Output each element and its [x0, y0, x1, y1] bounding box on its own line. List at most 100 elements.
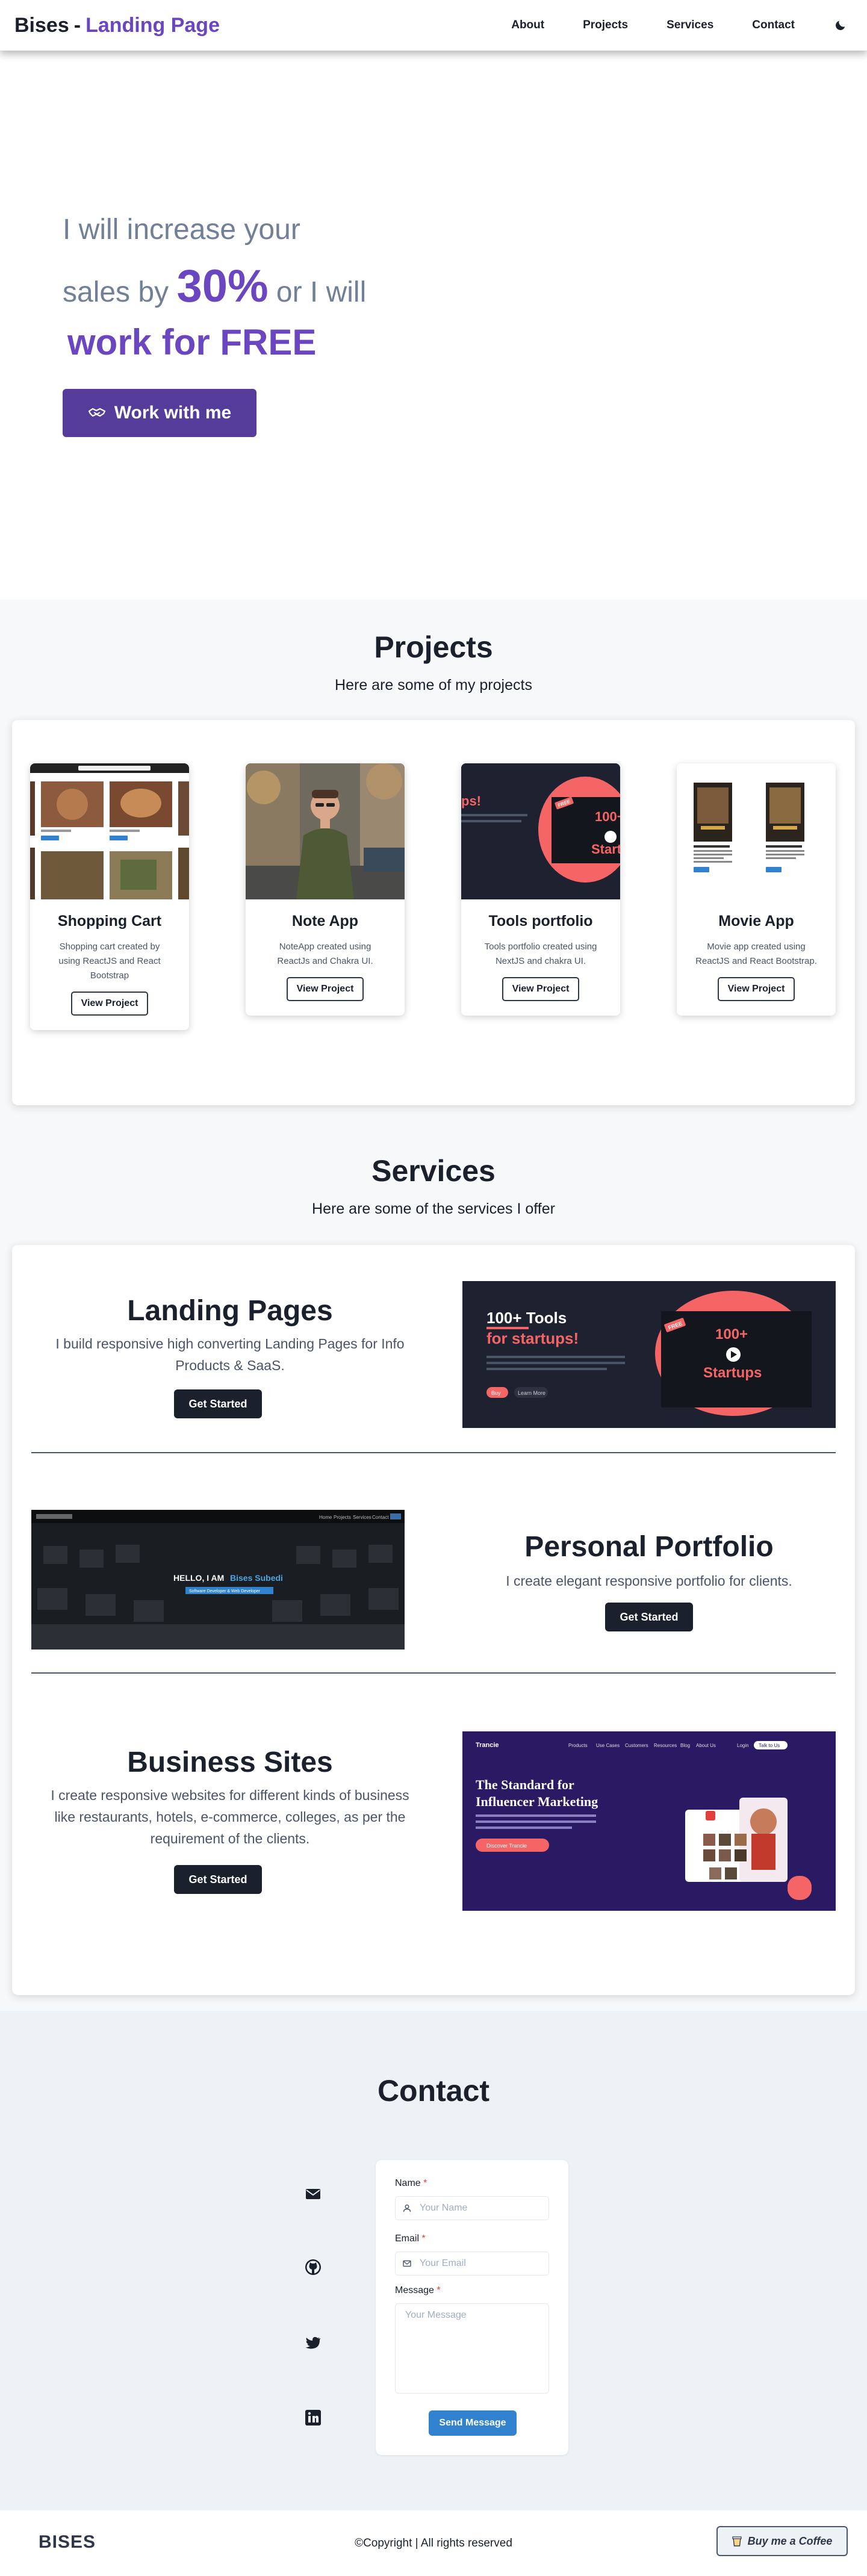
service-divider [31, 1672, 836, 1674]
envelope-icon [403, 2260, 411, 2267]
hero-line-2-post: or I will [276, 276, 367, 308]
nav-link-services[interactable]: Services [667, 19, 713, 32]
handshake-icon [88, 408, 105, 417]
hero-section: I will increase your sales by 30% or I w… [0, 51, 867, 600]
send-message-button[interactable]: Send Message [429, 2410, 517, 2436]
brand-logo[interactable]: Bises - Landing Page [14, 14, 220, 37]
moon-icon [836, 20, 845, 30]
projects-subtitle: Here are some of my projects [335, 677, 532, 694]
nav-link-projects[interactable]: Projects [583, 19, 628, 32]
project-title: Shopping Cart [57, 913, 162, 930]
nav-link-about[interactable]: About [511, 19, 544, 32]
svg-text:Customers: Customers [625, 1743, 648, 1748]
email-input[interactable]: Your Email [395, 2252, 549, 2276]
svg-text:Discover Trancie: Discover Trancie [486, 1843, 527, 1849]
movie-app-thumbnail[interactable] [677, 763, 836, 899]
svg-text:Trancie: Trancie [476, 1742, 499, 1749]
project-description: Tools portfolio created using NextJS and… [484, 942, 597, 966]
svg-text:for startups!: for startups! [486, 1329, 579, 1347]
github-icon[interactable] [303, 2258, 323, 2277]
get-started-button[interactable]: Get Started [174, 1865, 262, 1894]
svg-text:Buy: Buy [491, 1390, 501, 1396]
project-card-note-app: Note App NoteApp created using ReactJs a… [246, 763, 405, 1016]
portfolio-preview: Home Projects Services Contact HELLO, I … [31, 1510, 405, 1650]
hero-percent: 30% [176, 261, 269, 312]
view-project-button[interactable]: View Project [502, 977, 579, 1001]
brand-accent: Landing Page [85, 13, 220, 37]
project-title: Note App [291, 913, 359, 930]
service-divider [31, 1452, 836, 1453]
service-description: I create elegant responsive portfolio fo… [506, 1573, 792, 1589]
view-project-button[interactable]: View Project [71, 992, 148, 1016]
email-placeholder: Your Email [420, 2258, 466, 2268]
work-with-me-button[interactable]: Work with me [63, 389, 256, 437]
project-title: Movie App [718, 913, 794, 930]
svg-text:Talk to Us: Talk to Us [759, 1743, 780, 1748]
projects-section: Projects Here are some of my projects Sh… [0, 600, 867, 1127]
svg-text:Startups: Startups [591, 842, 620, 857]
svg-text:Learn More: Learn More [518, 1390, 545, 1396]
svg-text:Login: Login [737, 1743, 749, 1748]
project-description: Movie app created using ReactJS and Reac… [695, 942, 817, 966]
services-section: Services Here are some of the services I… [0, 1127, 867, 2011]
projects-title: Projects [374, 630, 493, 664]
hero-line-1: I will increase your [63, 214, 300, 246]
mail-icon[interactable] [303, 2184, 323, 2203]
service-title-landing-pages: Landing Pages [127, 1295, 333, 1327]
buy-me-a-coffee-button[interactable]: Buy me a Coffee [716, 2526, 848, 2556]
theme-toggle-button[interactable] [828, 13, 853, 37]
nav-links: About Projects Services Contact [473, 13, 853, 37]
svg-text:The Standard for: The Standard for [476, 1777, 574, 1792]
project-description: Shopping cart created by using ReactJS a… [58, 942, 161, 981]
get-started-button[interactable]: Get Started [174, 1389, 262, 1418]
contact-form: Name * Your Name Email * Your Email Mess… [376, 2160, 568, 2455]
email-label: Email * [395, 2233, 426, 2244]
svg-text:Bises Subedi: Bises Subedi [230, 1573, 283, 1583]
project-description: NoteApp created using ReactJs and Chakra… [277, 942, 373, 966]
view-project-button[interactable]: View Project [718, 977, 795, 1001]
hero-line-3: work for FREE [67, 322, 317, 362]
name-label: Name * [395, 2178, 427, 2188]
brand-separator: - [73, 13, 81, 37]
tools-left-text: ps! [461, 793, 481, 808]
service-title-business-sites: Business Sites [127, 1746, 333, 1778]
project-card-shopping-cart: Shopping Cart Shopping cart created by u… [30, 763, 189, 1030]
svg-text:Influencer Marketing: Influencer Marketing [476, 1794, 598, 1809]
twitter-icon[interactable] [303, 2333, 323, 2353]
svg-text:Software Developer & Web Devel: Software Developer & Web Developer [189, 1589, 261, 1594]
svg-text:Home: Home [319, 1515, 332, 1520]
linkedin-icon[interactable] [303, 2408, 323, 2427]
top-navbar: Bises - Landing Page About Projects Serv… [0, 0, 867, 51]
shopping-cart-thumbnail[interactable] [30, 763, 189, 899]
project-card-movie-app: Movie App Movie app created using ReactJ… [677, 763, 836, 1016]
note-app-thumbnail[interactable] [246, 763, 405, 899]
svg-text:HELLO, I AM: HELLO, I AM [173, 1573, 224, 1583]
service-description: I create responsive websites for differe… [51, 1787, 409, 1846]
svg-text:100+: 100+ [595, 809, 620, 824]
work-with-me-label: Work with me [114, 403, 232, 423]
project-title: Tools portfolio [488, 913, 593, 930]
svg-text:Startups: Startups [703, 1365, 762, 1381]
message-label: Message * [395, 2285, 441, 2295]
tools-portfolio-thumbnail[interactable]: ps! FREE 100+ Startups [461, 763, 620, 899]
svg-text:About Us: About Us [696, 1743, 716, 1748]
service-description: I build responsive high converting Landi… [55, 1336, 405, 1373]
coffee-cup-icon [732, 2536, 742, 2547]
view-project-button[interactable]: View Project [287, 977, 364, 1001]
services-title: Services [371, 1154, 496, 1188]
message-textarea[interactable]: Your Message [395, 2303, 549, 2394]
svg-text:Services: Services [353, 1515, 371, 1520]
name-input[interactable]: Your Name [395, 2196, 549, 2220]
svg-text:Use Cases: Use Cases [596, 1743, 620, 1748]
message-placeholder: Your Message [405, 2310, 467, 2320]
get-started-button[interactable]: Get Started [605, 1603, 693, 1631]
hero-line-2: sales by 30% or I will [63, 260, 366, 312]
svg-text:Blog: Blog [680, 1743, 690, 1748]
svg-text:100+ Tools: 100+ Tools [486, 1309, 567, 1327]
svg-text:100+: 100+ [715, 1326, 748, 1342]
projects-panel: Shopping Cart Shopping cart created by u… [12, 720, 855, 1105]
brand-prefix: Bises [14, 13, 69, 37]
footer: BISES ©Copyright | All rights reserved B… [0, 2510, 867, 2576]
nav-link-contact[interactable]: Contact [752, 19, 795, 32]
svg-text:Projects: Projects [334, 1515, 351, 1520]
